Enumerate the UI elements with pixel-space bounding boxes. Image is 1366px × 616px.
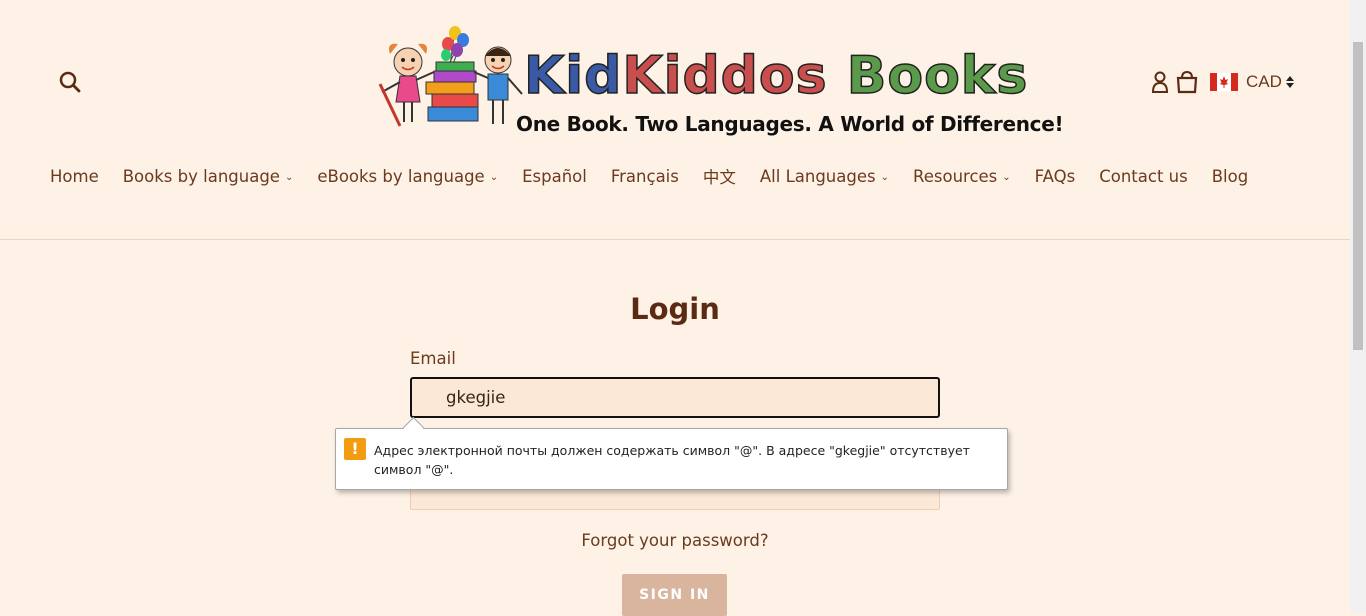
page: KidKiddos Books One Book. Two Languages.… bbox=[0, 0, 1350, 616]
search-button[interactable] bbox=[58, 70, 84, 96]
nav-item-label: Français bbox=[610, 166, 679, 186]
chevron-down-icon: ⌄ bbox=[489, 171, 499, 183]
nav-item-label: Home bbox=[50, 166, 99, 186]
nav-item-ebooks-by-language[interactable]: eBooks by language ⌄ bbox=[317, 167, 498, 186]
validation-tooltip: ! Адрес электронной почты должен содержа… bbox=[335, 416, 1008, 490]
scrollbar[interactable] bbox=[1350, 0, 1366, 613]
chevron-down-icon: ⌄ bbox=[284, 171, 294, 183]
nav-item-faqs[interactable]: FAQs bbox=[1035, 167, 1076, 186]
sort-arrows-icon bbox=[1285, 76, 1294, 88]
scrollbar-thumb[interactable] bbox=[1353, 42, 1363, 350]
site-logo[interactable]: KidKiddos Books One Book. Two Languages.… bbox=[378, 22, 1064, 142]
nav-item-label: All Languages bbox=[759, 166, 876, 186]
email-label: Email bbox=[410, 349, 456, 368]
nav-item-label: 中文 bbox=[702, 168, 736, 187]
main-navigation: Home Books by language ⌄ eBooks by langua… bbox=[50, 163, 1248, 189]
nav-item-resources[interactable]: Resources ⌄ bbox=[913, 167, 1011, 186]
shopping-bag-icon bbox=[1176, 70, 1198, 94]
canada-flag-icon bbox=[1210, 73, 1238, 91]
nav-item-chinese[interactable]: 中文 bbox=[703, 164, 736, 188]
nav-item-label: FAQs bbox=[1034, 166, 1076, 186]
validation-message: Адрес электронной почты должен содержать… bbox=[374, 443, 970, 477]
nav-item-home[interactable]: Home bbox=[50, 167, 99, 186]
nav-item-espanol[interactable]: Español bbox=[522, 167, 587, 186]
account-button[interactable] bbox=[1150, 70, 1170, 94]
email-field[interactable] bbox=[410, 377, 940, 418]
warning-icon: ! bbox=[344, 438, 366, 460]
chevron-down-icon: ⌄ bbox=[880, 171, 889, 183]
currency-code: CAD bbox=[1246, 72, 1282, 91]
nav-item-label: Blog bbox=[1211, 166, 1249, 186]
cart-button[interactable] bbox=[1176, 70, 1198, 94]
nav-item-books-by-language[interactable]: Books by language ⌄ bbox=[123, 167, 294, 186]
search-icon bbox=[59, 71, 81, 93]
forgot-password-link[interactable]: Forgot your password? bbox=[0, 531, 1350, 550]
user-icon bbox=[1151, 71, 1169, 93]
nav-item-label: Español bbox=[522, 166, 587, 186]
chevron-down-icon: ⌄ bbox=[1002, 171, 1011, 183]
nav-item-francais[interactable]: Français bbox=[611, 167, 679, 186]
nav-item-contact-us[interactable]: Contact us bbox=[1099, 167, 1188, 186]
currency-selector[interactable]: CAD bbox=[1210, 72, 1295, 92]
page-title: Login bbox=[630, 292, 720, 326]
nav-item-label: Contact us bbox=[1099, 166, 1188, 186]
header-divider bbox=[0, 239, 1350, 240]
tooltip-arrow bbox=[402, 416, 425, 439]
logo-tagline: One Book. Two Languages. A World of Diff… bbox=[516, 112, 1064, 136]
nav-item-blog[interactable]: Blog bbox=[1212, 167, 1248, 186]
nav-item-label: Books by language bbox=[122, 166, 280, 186]
nav-item-label: Resources bbox=[913, 166, 998, 186]
logo-wordmark: KidKiddos Books bbox=[523, 46, 1029, 106]
sign-in-button[interactable]: SIGN IN bbox=[622, 574, 727, 616]
header-actions: CAD bbox=[1150, 68, 1295, 96]
nav-item-label: eBooks by language bbox=[317, 166, 485, 186]
logo-kids-books-icon bbox=[378, 26, 523, 127]
nav-item-all-languages[interactable]: All Languages ⌄ bbox=[760, 167, 889, 186]
